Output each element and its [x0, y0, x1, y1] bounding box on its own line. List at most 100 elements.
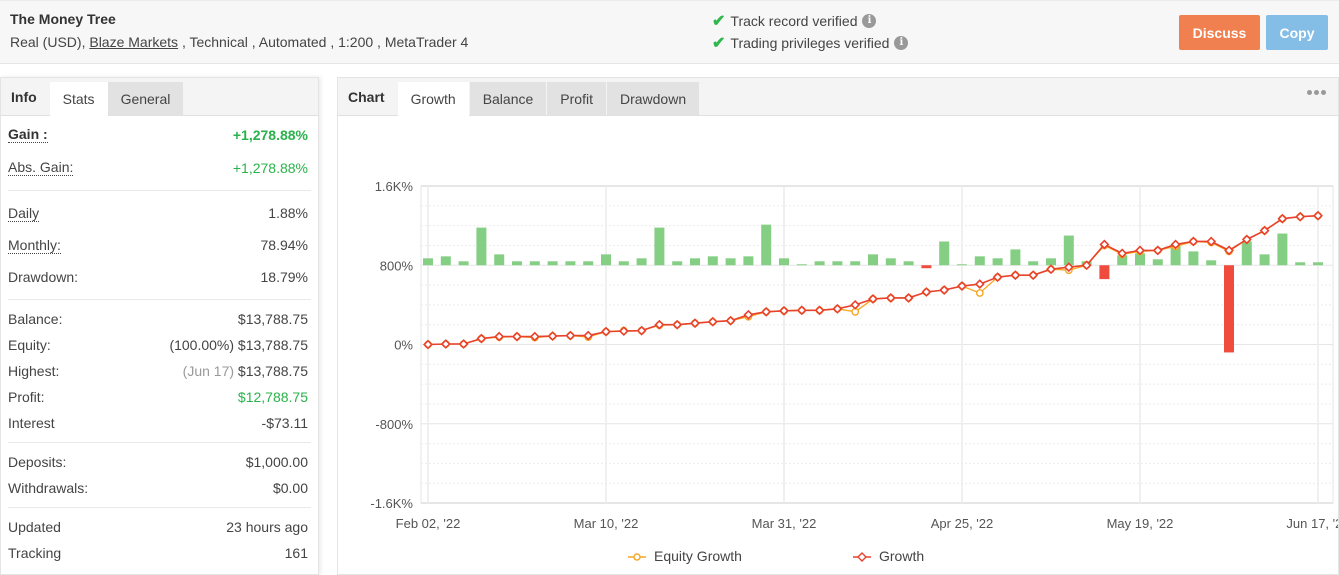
bar-positive [1206, 260, 1217, 266]
stat-value-text: $12,788.75 [237, 389, 308, 405]
bar-positive [974, 256, 985, 266]
broker-link[interactable]: Blaze Markets [89, 34, 178, 50]
bar-positive [779, 258, 789, 266]
stat-value-text: 1.88% [268, 205, 308, 221]
track-record-verified: ✔ Track record verified i [712, 11, 877, 31]
bar-positive [547, 261, 558, 266]
bar-positive [939, 241, 950, 266]
account-type: Real (USD), [10, 34, 90, 50]
bar-positive [957, 264, 967, 266]
tab-balance[interactable]: Balance [469, 82, 547, 115]
stat-value: $0.00 [273, 480, 308, 496]
y-tick-label: -800% [375, 417, 413, 432]
bar-positive [440, 256, 451, 266]
tab-profit[interactable]: Profit [547, 82, 606, 115]
bar-positive [476, 227, 487, 266]
stat-value: (100.00%) $13,788.75 [169, 337, 308, 353]
bar-positive [1277, 233, 1288, 266]
stat-label: Deposits: [8, 454, 67, 470]
bar-positive [1152, 259, 1163, 266]
bar-positive [725, 258, 736, 266]
tab-general[interactable]: General [107, 82, 184, 115]
stat-label[interactable]: Gain : [8, 126, 48, 143]
stat-value: $12,788.75 [238, 389, 308, 405]
bar-positive [690, 258, 700, 266]
trading-privileges-verified: ✔ Trading privileges verified i [712, 33, 909, 53]
bar-positive [885, 258, 896, 266]
stat-value-text: $1,000.00 [245, 454, 308, 470]
tab-info[interactable]: Info [1, 78, 50, 116]
stats-tabs: Info Stats General [1, 78, 318, 116]
bar-positive [654, 227, 665, 266]
tab-drawdown[interactable]: Drawdown [606, 82, 700, 115]
bar-positive [601, 254, 611, 266]
stat-label: Drawdown: [8, 269, 79, 285]
bar-positive [761, 224, 772, 266]
bar-positive [743, 256, 754, 266]
ellipsis-icon[interactable] [1307, 90, 1326, 95]
bar-positive [903, 261, 914, 266]
tab-growth[interactable]: Growth [397, 82, 469, 116]
bar-positive [423, 258, 433, 266]
stat-value: -$73.11 [262, 415, 308, 431]
tab-chart[interactable]: Chart [338, 78, 398, 116]
stat-label: Updated [8, 519, 61, 535]
copy-button[interactable]: Copy [1266, 15, 1328, 50]
bar-positive [512, 261, 522, 266]
legend-marker [633, 553, 641, 561]
info-icon[interactable]: i [894, 36, 909, 50]
bar-positive [458, 261, 469, 266]
x-tick-label: Mar 31, '22 [752, 516, 817, 531]
bar-positive [868, 254, 878, 266]
stat-row: Balance: $13,788.75 [8, 306, 308, 332]
stat-row: Tracking 161 [8, 540, 308, 566]
y-tick-label: 1.6K% [375, 179, 414, 194]
stat-value: $1,000.00 [246, 454, 308, 470]
stat-value: 161 [285, 545, 308, 561]
stat-label[interactable]: Daily [8, 205, 40, 222]
stat-value-text: 161 [284, 545, 308, 561]
stat-label[interactable]: Abs. Gain: [8, 159, 74, 176]
stats-list: Gain : +1,278.88% Abs. Gain: +1,278.88% Dail… [1, 116, 318, 566]
stat-row: Daily 1.88% [8, 197, 308, 229]
tab-stats[interactable]: Stats [49, 82, 108, 116]
check-icon: ✔ [712, 13, 726, 30]
discuss-button[interactable]: Discuss [1179, 15, 1260, 50]
stat-value-text: 18.79% [260, 269, 308, 285]
account-details: , Technical , Automated , 1:200 , MetaTr… [178, 34, 469, 50]
y-tick-label: -1.6K% [370, 496, 413, 511]
legend-label[interactable]: Growth [879, 548, 924, 564]
stat-row: Profit: $12,788.75 [8, 384, 308, 410]
stat-value-text: +1,278.88% [232, 159, 308, 176]
stats-divider [8, 442, 311, 443]
info-icon[interactable]: i [862, 14, 877, 28]
stat-row: Updated 23 hours ago [8, 514, 308, 540]
legend-marker [857, 552, 867, 562]
stat-value-text: $13,788.75 [237, 337, 308, 353]
stat-value: 23 hours ago [226, 519, 308, 535]
x-tick-label: May 19, '22 [1107, 516, 1174, 531]
x-tick-label: Feb 02, '22 [396, 516, 461, 531]
bar-negative [921, 265, 932, 269]
stat-row: Abs. Gain: +1,278.88% [8, 151, 308, 184]
stat-row: Monthly: 78.94% [8, 229, 308, 261]
stat-label[interactable]: Monthly: [8, 237, 61, 254]
bar-negative [1099, 265, 1110, 280]
legend-label[interactable]: Equity Growth [654, 548, 742, 564]
bar-positive [618, 261, 629, 266]
bar-positive [992, 258, 1003, 266]
verification-label: Trading privileges verified [730, 35, 890, 51]
stat-label: Interest [8, 415, 55, 431]
stat-label: Profit: [8, 389, 45, 405]
x-tick-label: Mar 10, '22 [574, 516, 639, 531]
bar-positive [1010, 249, 1021, 266]
growth-point [974, 279, 985, 290]
chart-panel: Chart Growth Balance Profit Drawdown 1.6… [337, 77, 1339, 575]
stats-divider [8, 190, 311, 191]
bar-positive [707, 256, 718, 266]
growth-chart: 1.6K% 800% 0% -800% -1.6K% Feb 02, '22 Mar 10,… [370, 179, 1338, 564]
bar-positive [1188, 251, 1199, 266]
stat-row: Interest -$73.11 [8, 410, 308, 436]
growth-point [850, 299, 861, 310]
stat-label: Balance: [8, 311, 63, 327]
